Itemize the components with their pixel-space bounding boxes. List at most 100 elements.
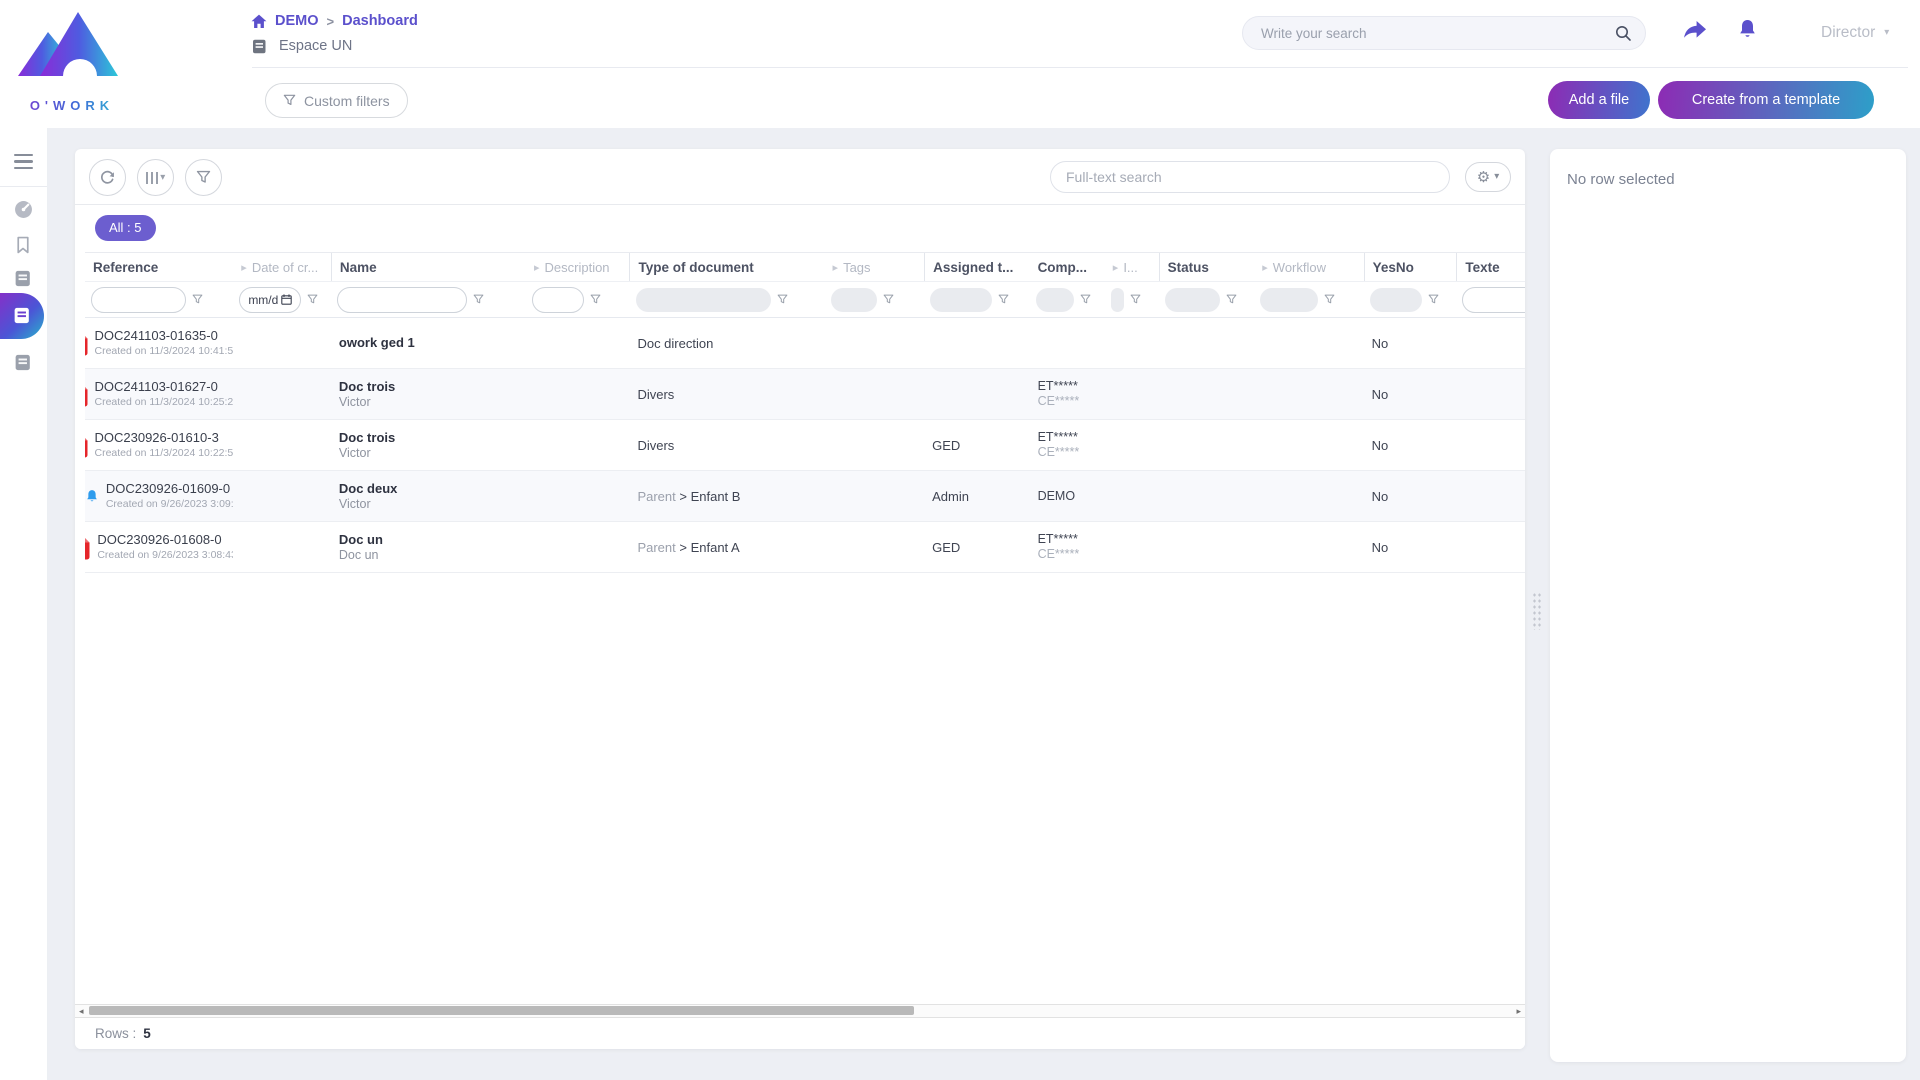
filter-input-reference[interactable]: [91, 287, 186, 313]
filter-funnel-icon[interactable]: [1324, 294, 1335, 305]
filter-select-company[interactable]: [1036, 288, 1074, 312]
filter-funnel-icon[interactable]: [1226, 294, 1237, 305]
filter-funnel-icon[interactable]: [883, 294, 894, 305]
filter-input-date[interactable]: mm/d: [239, 287, 301, 313]
cell-name: Doc troisVictor: [331, 369, 526, 419]
refresh-button[interactable]: [89, 159, 126, 196]
column-label: Reference: [93, 260, 158, 275]
column-header-date[interactable]: ▸Date of cr...: [233, 253, 331, 281]
custom-filters-label: Custom filters: [304, 93, 390, 109]
cell-type: Divers: [629, 420, 824, 470]
table-row[interactable]: DOC241103-01627-0Created on 11/3/2024 10…: [85, 369, 1525, 420]
user-role-dropdown[interactable]: Director ▾: [1821, 24, 1889, 42]
documents-table-card: ▾ Full-text search ⚙ ▾ All : 5 Reference…: [75, 149, 1525, 1049]
sidebar-item-library-2[interactable]: [14, 354, 32, 376]
custom-filters-button[interactable]: Custom filters: [265, 83, 408, 118]
cell-type: Parent > Enfant A: [629, 522, 824, 572]
filter-select-type[interactable]: [636, 288, 771, 312]
column-label: I...: [1123, 260, 1137, 275]
filter-select-yesno[interactable]: [1370, 288, 1422, 312]
menu-toggle-button[interactable]: [14, 154, 33, 173]
add-file-button[interactable]: Add a file: [1548, 81, 1650, 119]
filter-select-assigned[interactable]: [930, 288, 992, 312]
tab-all-badge[interactable]: All : 5: [95, 215, 156, 241]
filter-input-texte[interactable]: [1462, 287, 1525, 313]
column-label: Name: [340, 260, 377, 275]
share-icon[interactable]: [1682, 20, 1708, 47]
sidebar-item-bookmarks[interactable]: [14, 236, 32, 259]
owork-logo[interactable]: O'WORK: [14, 6, 130, 124]
filter-input-name[interactable]: [337, 287, 467, 313]
filter-funnel-icon[interactable]: [1428, 294, 1439, 305]
sidebar-item-documents-active[interactable]: [0, 293, 44, 339]
scroll-right-arrow[interactable]: ▸: [1516, 1005, 1521, 1017]
filter-funnel-icon[interactable]: [998, 294, 1009, 305]
filter-funnel-icon[interactable]: [590, 294, 601, 305]
table-row[interactable]: DOC230926-01610-3Created on 11/3/2024 10…: [85, 420, 1525, 471]
table-row[interactable]: DOC230926-01608-0Created on 9/26/2023 3:…: [85, 522, 1525, 573]
filter-funnel-icon[interactable]: [473, 294, 484, 305]
cell-i: [1105, 369, 1159, 419]
filter-select-status[interactable]: [1165, 288, 1220, 312]
column-header-assigned[interactable]: Assigned t...: [924, 253, 1029, 281]
table-row[interactable]: DOC241103-01635-0Created on 11/3/2024 10…: [85, 318, 1525, 369]
column-header-workflow[interactable]: ▸Workflow: [1254, 253, 1363, 281]
search-icon[interactable]: [1614, 24, 1632, 47]
cell-reference: DOC241103-01635-0Created on 11/3/2024 10…: [85, 318, 233, 368]
rows-label: Rows :: [95, 1026, 136, 1041]
column-header-i[interactable]: ▸I...: [1105, 253, 1159, 281]
column-header-texte[interactable]: Texte: [1456, 253, 1525, 281]
filter-funnel-icon[interactable]: [1080, 294, 1091, 305]
column-header-name[interactable]: Name: [331, 253, 526, 281]
funnel-icon: [283, 94, 296, 107]
bookmark-icon: [14, 236, 32, 254]
column-header-yesno[interactable]: YesNo: [1364, 253, 1457, 281]
notifications-bell-icon[interactable]: [1737, 18, 1758, 46]
column-header-status[interactable]: Status: [1159, 253, 1255, 281]
book-icon: [14, 270, 32, 287]
filter-funnel-icon[interactable]: [1130, 294, 1141, 305]
cell-assigned: [924, 318, 1029, 368]
gear-icon: ⚙: [1477, 170, 1490, 185]
column-header-tags[interactable]: ▸Tags: [825, 253, 925, 281]
filter-button[interactable]: [185, 159, 222, 196]
cell-i: [1105, 522, 1159, 572]
cell-tags: [825, 318, 925, 368]
column-header-reference[interactable]: Reference: [85, 253, 233, 281]
panel-resize-handle[interactable]: [1532, 592, 1542, 630]
filter-select-i[interactable]: [1111, 288, 1124, 312]
settings-gear-button[interactable]: ⚙ ▾: [1465, 162, 1511, 192]
filter-input-description[interactable]: [532, 287, 584, 313]
column-header-type[interactable]: Type of document: [629, 253, 824, 281]
home-icon[interactable]: [251, 14, 267, 29]
filter-funnel-icon[interactable]: [192, 294, 203, 305]
app-window: O'WORK DEMO > Dashboard Espace UN Write …: [0, 0, 1920, 1080]
workspace-label: Espace UN: [279, 38, 352, 54]
filter-select-workflow[interactable]: [1260, 288, 1318, 312]
filter-select-tags[interactable]: [831, 288, 877, 312]
cell-company: ET*****CE*****: [1030, 369, 1105, 419]
filter-funnel-icon[interactable]: [307, 294, 318, 305]
filter-cell-yesno: [1364, 282, 1457, 317]
scrollbar-thumb[interactable]: [89, 1006, 914, 1015]
scroll-left-arrow[interactable]: ◂: [79, 1005, 84, 1017]
cell-description: [526, 471, 629, 521]
column-label: Status: [1168, 260, 1209, 275]
sidebar-item-dashboard[interactable]: [14, 200, 33, 224]
column-header-company[interactable]: Comp...: [1030, 253, 1105, 281]
cell-description: [526, 420, 629, 470]
filter-funnel-icon[interactable]: [777, 294, 788, 305]
breadcrumb-root[interactable]: DEMO: [275, 13, 319, 29]
breadcrumb-current[interactable]: Dashboard: [342, 13, 418, 29]
fulltext-search-input[interactable]: Full-text search: [1050, 161, 1450, 193]
cell-assigned: GED: [924, 522, 1029, 572]
columns-button[interactable]: ▾: [137, 159, 174, 196]
create-template-button[interactable]: Create from a template: [1658, 81, 1874, 119]
cell-date: [233, 522, 331, 572]
horizontal-scrollbar[interactable]: ◂ ▸: [75, 1004, 1525, 1018]
table-row[interactable]: wDOC230926-01609-0Created on 9/26/2023 3…: [85, 471, 1525, 522]
column-header-description[interactable]: ▸Description: [526, 253, 629, 281]
global-search-input[interactable]: Write your search: [1242, 16, 1646, 50]
sidebar-item-library-1[interactable]: [14, 270, 32, 292]
breadcrumb: DEMO > Dashboard: [251, 13, 418, 29]
